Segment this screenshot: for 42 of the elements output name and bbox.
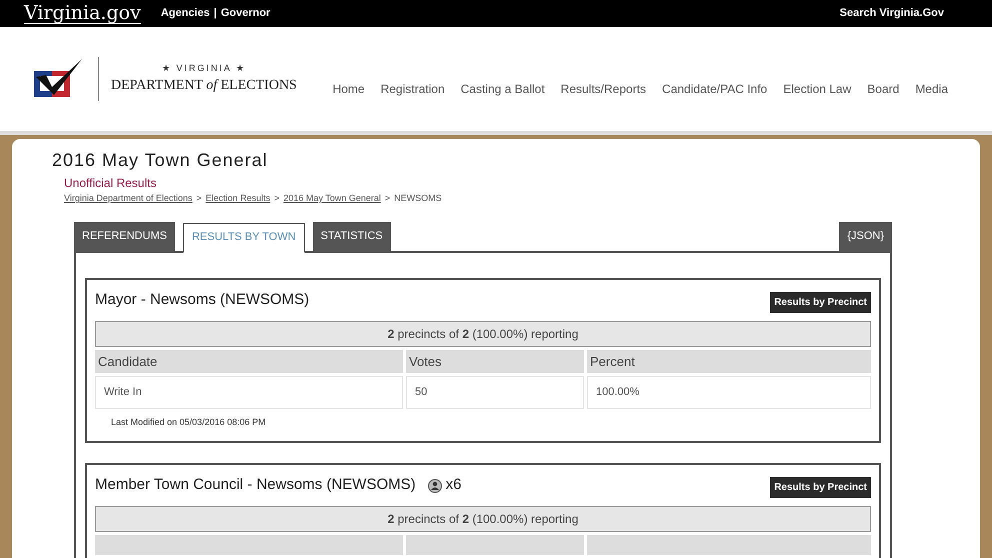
search-link[interactable]: Search Virginia.Gov [840,5,944,22]
breadcrumb-separator: > [384,192,390,205]
governor-link[interactable]: Governor [220,5,270,22]
nav-link[interactable]: Board [867,80,900,98]
breadcrumb-link[interactable]: Election Results [206,192,270,206]
last-modified-text: Last Modified on 05/03/2016 08:06 PM [110,416,267,428]
unofficial-results-label: Unofficial Results [64,175,158,192]
results-by-precinct-button[interactable]: Results by Precinct [770,292,871,312]
agencies-link[interactable]: Agencies [160,5,210,22]
seats-count: x6 [446,475,462,496]
table-cell: 100.00% [587,376,871,408]
tab[interactable]: REFERENDUMS [74,222,175,250]
link-separator: | [214,6,217,22]
reporting-bar: 2 precincts of 2 (100.00%) reporting [95,320,871,346]
table-cell: 50 [406,376,584,408]
breadcrumb-current: NEWSOMS [394,192,442,205]
nav-link[interactable]: Registration [380,80,445,98]
table-cell: Write In [95,376,403,408]
column-header: Votes [406,350,584,373]
race-title: Member Town Council - Newsoms (NEWSOMS) [95,475,416,496]
virginia-gov-logo[interactable]: Virginia.gov [24,3,141,24]
nav-link[interactable]: Home [332,80,365,98]
page-title: 2016 May Town General [52,149,269,172]
breadcrumb-link[interactable]: Virginia Department of Elections [64,192,192,206]
nav-link[interactable]: Casting a Ballot [460,80,545,98]
breadcrumb-separator: > [196,192,202,205]
nav-link[interactable]: Candidate/PAC Info [662,80,768,98]
nav-link[interactable]: Election Law [783,80,852,98]
json-button[interactable]: {JSON} [839,222,892,250]
reporting-bar: 2 precincts of 2 (100.00%) reporting [95,506,871,532]
breadcrumb-link[interactable]: 2016 May Town General [283,192,381,206]
nav-link[interactable]: Results/Reports [560,80,646,98]
person-icon [428,478,442,492]
logo-department-text: DEPARTMENT of ELECTIONS [111,77,297,96]
nav-link[interactable]: Media [915,80,948,98]
column-header: Percent [587,350,871,373]
results-by-precinct-button[interactable]: Results by Precinct [770,477,871,498]
race-title: Mayor - Newsoms (NEWSOMS) [95,290,310,310]
breadcrumb-separator: > [274,192,280,205]
tab[interactable]: STATISTICS [312,222,391,250]
logo-state-text: ★ VIRGINIA ★ [162,62,246,75]
column-header: Candidate [95,350,403,373]
